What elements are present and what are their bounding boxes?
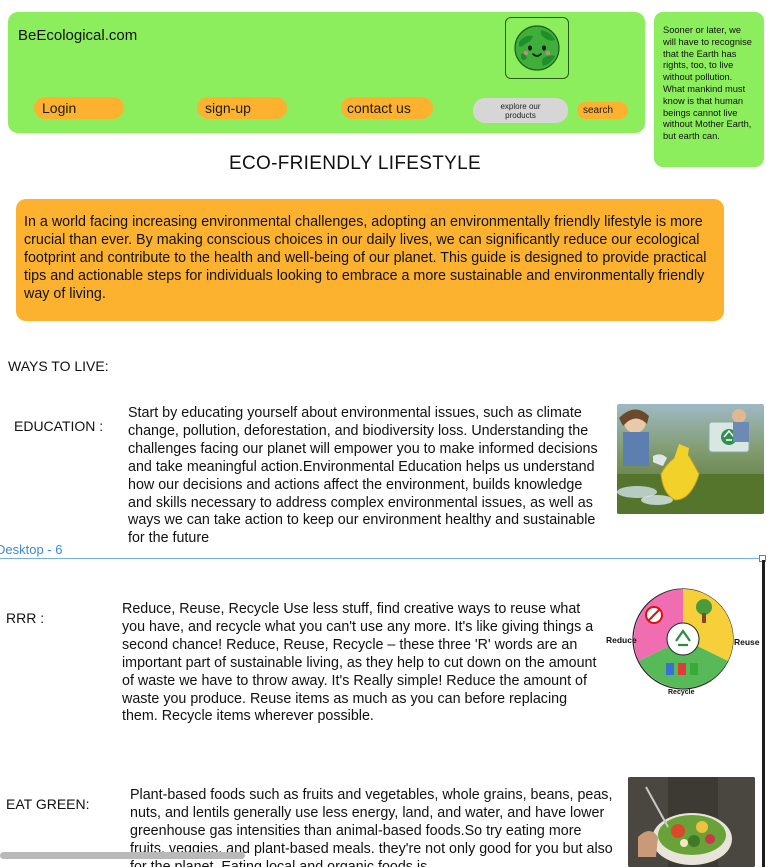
rrr-reduce-label: Reduce — [606, 635, 637, 645]
quote-card: Sooner or later, we will have to recogni… — [654, 12, 764, 167]
section-label-education: EDUCATION : — [14, 418, 104, 434]
frame-label: Desktop - 6 — [0, 542, 63, 557]
explore-products-label: explore our products — [500, 101, 541, 120]
site-brand[interactable]: BeEcological.com — [18, 27, 137, 44]
search-button[interactable]: search — [577, 102, 628, 119]
intro-text: In a world facing increasing environment… — [24, 214, 707, 302]
section-body-rrr: Reduce, Reuse, Recycle Use less stuff, f… — [122, 601, 597, 725]
salad-bowl-photo — [628, 777, 755, 867]
quote-text: Sooner or later, we will have to recogni… — [663, 25, 752, 142]
intro-card: In a world facing increasing environment… — [16, 199, 724, 321]
page-title: ECO-FRIENDLY LIFESTYLE — [229, 153, 481, 174]
horizontal-scrollbar[interactable] — [0, 852, 245, 859]
logo[interactable] — [505, 17, 569, 79]
explore-products-button[interactable]: explore our products — [473, 98, 568, 123]
contact-button[interactable]: contact us — [341, 97, 433, 119]
login-button[interactable]: Login — [34, 97, 124, 119]
recycling-volunteer-photo — [617, 404, 764, 514]
smiling-earth-icon — [514, 25, 560, 71]
vertical-scrollbar[interactable] — [762, 560, 765, 867]
section-label-rrr: RRR : — [6, 610, 45, 626]
rrr-recycle-label: Recycle — [668, 689, 695, 696]
ways-heading: WAYS TO LIVE: — [8, 358, 109, 374]
section-body-education: Start by educating yourself about enviro… — [128, 405, 598, 544]
section-label-eat-green: EAT GREEN: — [6, 796, 90, 812]
frame-boundary — [0, 558, 762, 559]
reduce-reuse-recycle-wheel: Reduce Reuse Recycle — [604, 585, 762, 697]
rrr-reuse-label: Reuse — [734, 637, 760, 647]
signup-button[interactable]: sign-up — [197, 97, 287, 119]
